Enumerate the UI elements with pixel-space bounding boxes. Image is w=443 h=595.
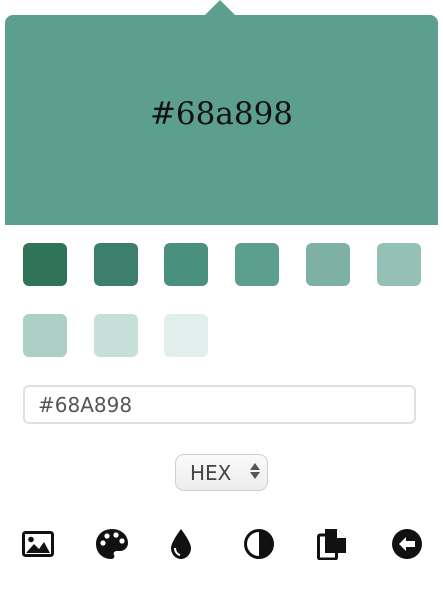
contrast-icon[interactable]: [242, 527, 276, 561]
color-swatch[interactable]: [164, 243, 208, 286]
swatch-grid: [0, 0, 443, 380]
back-arrow-icon[interactable]: [390, 527, 424, 561]
color-swatch[interactable]: [235, 243, 279, 286]
copy-icon[interactable]: [315, 527, 349, 561]
palette-icon[interactable]: [95, 527, 129, 561]
hex-color-input[interactable]: [23, 385, 416, 424]
image-icon[interactable]: [21, 527, 55, 561]
color-swatch[interactable]: [23, 314, 67, 357]
color-swatch[interactable]: [164, 314, 208, 357]
color-swatch[interactable]: [94, 243, 138, 286]
color-format-value: HEX: [190, 460, 232, 485]
color-swatch[interactable]: [94, 314, 138, 357]
color-swatch[interactable]: [306, 243, 350, 286]
select-arrows-icon: [250, 463, 260, 479]
drop-icon[interactable]: [164, 527, 198, 561]
color-swatch[interactable]: [377, 243, 421, 286]
color-format-select[interactable]: HEX: [175, 454, 268, 491]
color-swatch[interactable]: [23, 243, 67, 286]
